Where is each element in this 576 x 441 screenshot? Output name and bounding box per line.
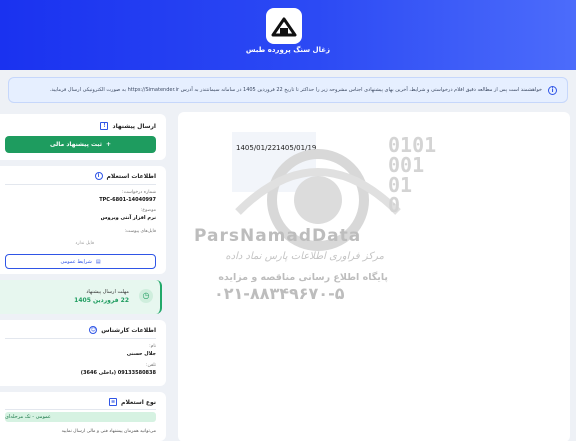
button-label: ثبت پیشنهاد مالی xyxy=(49,141,103,148)
card-title-text: اطلاعات کارشناس xyxy=(101,326,156,334)
factory-icon xyxy=(271,17,297,37)
plus-icon: + xyxy=(106,141,112,148)
request-number: TPC-6801-14040997 xyxy=(99,197,156,203)
svg-text:0101: 0101 xyxy=(388,133,436,157)
notice-text: خواهشمند است پس از مطالعه دقیق اقلام درخ… xyxy=(49,87,542,93)
card-title: ارسال پیشنهاد ! xyxy=(100,122,156,130)
card-title: اطلاعات استعلام i xyxy=(94,172,156,180)
expert-phone: 09133580838 (داخلی 3646) xyxy=(80,370,156,376)
document-icon: ▤ xyxy=(95,258,101,265)
date-label: 1405/01/22 xyxy=(236,144,277,152)
button-label: شرایط عمومی xyxy=(60,258,92,265)
header-bar: زغال سنگ پرورده طبس xyxy=(0,0,576,70)
info-icon: i xyxy=(94,172,103,180)
attachments-label: فایل‌های پیوست: xyxy=(124,229,156,234)
phone-label: تلفن: xyxy=(146,363,156,368)
no-file-text: فایل ندارد xyxy=(75,241,94,246)
watermark-phone: ۰۲۱-۸۸۳۴۹۶۷۰-۵ xyxy=(214,284,345,303)
info-icon: i xyxy=(548,85,557,95)
user-icon: ☺ xyxy=(89,326,98,334)
badge-text: عمومی - تک مرحله‌ای xyxy=(5,414,51,420)
card-title-text: نوع استعلام xyxy=(121,398,156,406)
subject-label: موضوع: xyxy=(140,208,156,213)
inquiry-type-note: می‌توانید همزمان پیشنهاد فنی و مالی ارسا… xyxy=(61,429,156,434)
inquiry-type-badge: عمومی - تک مرحله‌ای xyxy=(5,412,156,422)
divider xyxy=(5,184,156,185)
document-preview: 1405/01/22 1405/01/19 xyxy=(232,132,316,192)
deadline-label: مهلت ارسال پیشنهاد xyxy=(86,289,129,295)
subject-value: نرم افزار آنتی ویروس xyxy=(100,215,156,221)
document-icon: ≡ xyxy=(109,398,118,406)
general-terms-button[interactable]: شرایط عمومی ▤ xyxy=(5,254,156,269)
card-title-text: اطلاعات استعلام xyxy=(106,172,156,180)
card-title: نوع استعلام ≡ xyxy=(109,398,156,406)
divider xyxy=(5,409,156,410)
svg-text:0: 0 xyxy=(388,193,400,217)
card-title-text: ارسال پیشنهاد xyxy=(112,122,156,130)
request-number-label: شماره درخواست: xyxy=(122,190,156,195)
name-label: نام: xyxy=(149,344,156,349)
expert-info-card: اطلاعات کارشناس ☺ نام: جلال حسنی تلفن: 0… xyxy=(0,320,166,386)
attachment-image: 1405/01/22 1405/01/19 0101 001 01 0 Pars… xyxy=(178,112,570,441)
watermark-line: مرکز فراوری اطلاعات پارس نماد داده xyxy=(225,251,384,262)
card-title: اطلاعات کارشناس ☺ xyxy=(89,326,156,334)
watermark-brand: ParsNamadData xyxy=(194,226,362,246)
company-logo xyxy=(266,8,302,44)
svg-text:001: 001 xyxy=(388,153,424,177)
svg-text:01: 01 xyxy=(388,173,412,197)
date-label: 1405/01/19 xyxy=(276,144,317,152)
expert-name: جلال حسنی xyxy=(126,351,156,357)
warning-icon: ! xyxy=(100,122,109,130)
deadline-value: 22 فروردین 1405 xyxy=(74,297,129,304)
info-notice: خواهشمند است پس از مطالعه دقیق اقلام درخ… xyxy=(8,77,568,103)
divider xyxy=(5,338,156,339)
page-title: زغال سنگ پرورده طبس xyxy=(245,46,331,54)
clock-icon: ◷ xyxy=(139,289,153,303)
deadline-box: مهلت ارسال پیشنهاد 22 فروردین 1405 ◷ xyxy=(0,280,162,314)
watermark-line: پایگاه اطلاع رسانی مناقصه و مزایده xyxy=(218,272,388,283)
submit-financial-offer-button[interactable]: ثبت پیشنهاد مالی + xyxy=(5,136,156,153)
